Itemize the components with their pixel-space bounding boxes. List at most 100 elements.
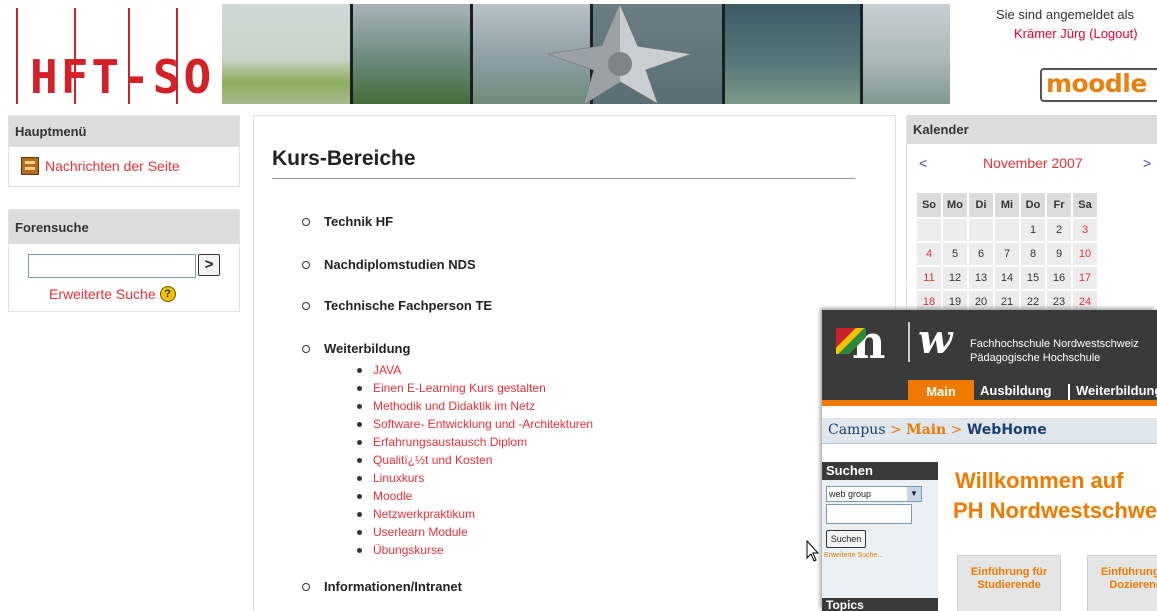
tab-ausbildung[interactable]: Ausbildung bbox=[980, 380, 1052, 402]
forum-search-title: Forensuche bbox=[9, 210, 239, 244]
calendar-day[interactable]: 1 bbox=[1021, 219, 1045, 241]
course-link[interactable]: Einen E-Learning Kurs gestalten bbox=[357, 379, 593, 397]
course-link[interactable]: JAVA bbox=[357, 361, 593, 379]
overlay-search-panel: Suchen web group ▼ Suchen Erweiterte Suc… bbox=[822, 462, 938, 602]
category-item[interactable]: Nachdiplomstudien NDS bbox=[302, 257, 476, 272]
weiterbildung-course-list: JAVA Einen E-Learning Kurs gestalten Met… bbox=[357, 361, 593, 559]
category-item[interactable]: Technik HF bbox=[302, 214, 393, 229]
category-link[interactable]: Informationen/Intranet bbox=[324, 579, 462, 594]
category-item[interactable]: Weiterbildung bbox=[302, 341, 410, 356]
course-link[interactable]: Übungskurse bbox=[357, 541, 593, 559]
overlay-topics-title: Topics bbox=[822, 598, 938, 611]
intro-lecturers-card[interactable]: Einführung für Dozierende bbox=[1087, 555, 1157, 611]
overlay-nav-bar: Main Ausbildung Weiterbildung bbox=[822, 376, 1157, 406]
calendar-title: Kalender bbox=[907, 115, 1157, 144]
site-news-item[interactable]: Nachrichten der Seite bbox=[9, 147, 239, 175]
overlay-search-button[interactable]: Suchen bbox=[826, 530, 866, 548]
breadcrumb-separator: > bbox=[946, 422, 967, 438]
course-link[interactable]: Userlearn Module bbox=[357, 523, 593, 541]
circle-bullet-icon bbox=[302, 217, 310, 226]
course-link[interactable]: Erfahrungsaustausch Diplom bbox=[357, 433, 593, 451]
logged-in-user-link[interactable]: Krämer Jürg (Logout) bbox=[1014, 26, 1157, 41]
header-banner-image bbox=[222, 4, 950, 104]
page-header: HFT-SO Sie sind angemeldet als Krämer Jü… bbox=[0, 0, 1157, 106]
course-link[interactable]: Netzwerkpraktikum bbox=[357, 505, 593, 523]
calendar-day[interactable]: 17 bbox=[1073, 267, 1097, 289]
calendar-day[interactable]: 16 bbox=[1047, 267, 1071, 289]
calendar-day[interactable]: 6 bbox=[969, 243, 993, 265]
course-link[interactable]: Linuxkurs bbox=[357, 469, 593, 487]
advanced-search-link[interactable]: Erweiterte Suche bbox=[49, 286, 156, 302]
search-scope-select[interactable]: web group ▼ bbox=[826, 486, 922, 502]
category-link[interactable]: Technik HF bbox=[324, 214, 393, 229]
main-content: Kurs-Bereiche Technik HF Nachdiplomstudi… bbox=[253, 115, 896, 611]
calendar-day[interactable]: 9 bbox=[1047, 243, 1071, 265]
weekday-header: So bbox=[917, 193, 941, 217]
logo-bar bbox=[16, 8, 18, 104]
breadcrumb: Campus > Main > WebHome bbox=[822, 418, 1157, 444]
school-name-line2: Pädagogische Hochschule bbox=[970, 352, 1101, 364]
course-link[interactable]: Qualitï¿½t und Kosten bbox=[357, 451, 593, 469]
site-logo[interactable]: HFT-SO bbox=[0, 0, 222, 104]
calendar-day[interactable]: 7 bbox=[995, 243, 1019, 265]
course-link[interactable]: Software- Entwicklung und -Architekturen bbox=[357, 415, 593, 433]
calendar-day[interactable]: 2 bbox=[1047, 219, 1071, 241]
category-link[interactable]: Weiterbildung bbox=[324, 341, 410, 356]
welcome-heading-line2: PH Nordwestschweiz bbox=[953, 498, 1157, 523]
calendar-day[interactable]: 11 bbox=[917, 267, 941, 289]
forum-search-input[interactable] bbox=[28, 254, 196, 278]
circle-bullet-icon bbox=[302, 344, 310, 353]
overlay-browser-window[interactable]: n w Fachhochschule Nordwestschweiz Pädag… bbox=[822, 310, 1157, 611]
calendar-day[interactable]: 3 bbox=[1073, 219, 1097, 241]
calendar-day[interactable]: 5 bbox=[943, 243, 967, 265]
search-scope-value: web group bbox=[829, 489, 872, 499]
calendar-day[interactable]: 12 bbox=[943, 267, 967, 289]
help-icon[interactable]: ? bbox=[159, 286, 176, 302]
mouse-cursor-icon bbox=[806, 540, 820, 562]
calendar-navigation: < November 2007 > bbox=[907, 155, 1157, 175]
star-sculpture-image bbox=[547, 4, 693, 104]
calendar-prev-month[interactable]: < bbox=[919, 155, 927, 171]
logo-text: HFT-SO bbox=[30, 50, 215, 104]
intro-students-card[interactable]: Einführung für Studierende bbox=[957, 555, 1061, 611]
title-divider bbox=[272, 178, 855, 179]
logo-separator bbox=[908, 322, 910, 362]
calendar-day[interactable]: 14 bbox=[995, 267, 1019, 289]
forum-search-button[interactable]: > bbox=[198, 254, 220, 276]
page-title: Kurs-Bereiche bbox=[272, 147, 416, 170]
main-menu-title: Hauptmenü bbox=[9, 116, 239, 147]
course-link[interactable]: Methodik und Didaktik im Netz bbox=[357, 397, 593, 415]
calendar-day[interactable]: 8 bbox=[1021, 243, 1045, 265]
calendar-month-label[interactable]: November 2007 bbox=[983, 155, 1083, 171]
site-news-link[interactable]: Nachrichten der Seite bbox=[45, 158, 180, 174]
calendar-day[interactable]: 10 bbox=[1073, 243, 1097, 265]
forum-search-block: Forensuche > Erweiterte Suche ? bbox=[8, 209, 240, 312]
calendar-day[interactable]: 13 bbox=[969, 267, 993, 289]
fhnw-logo-n: n bbox=[836, 316, 900, 368]
welcome-heading-line1: Willkommen auf bbox=[955, 468, 1124, 493]
calendar-day[interactable]: 15 bbox=[1021, 267, 1045, 289]
overlay-search-input[interactable] bbox=[826, 504, 912, 524]
calendar-block: Kalender < November 2007 > So Mo Di Mi D… bbox=[906, 115, 1157, 315]
calendar-day bbox=[995, 219, 1019, 241]
moodle-logo[interactable]: moodle bbox=[1040, 68, 1157, 102]
tab-weiterbildung[interactable]: Weiterbildung bbox=[1076, 380, 1157, 402]
calendar-day[interactable]: 4 bbox=[917, 243, 941, 265]
calendar-day bbox=[917, 219, 941, 241]
category-link[interactable]: Nachdiplomstudien NDS bbox=[324, 257, 476, 272]
breadcrumb-main[interactable]: Main bbox=[906, 422, 946, 438]
overlay-search-title: Suchen bbox=[822, 462, 938, 480]
tab-main[interactable]: Main bbox=[908, 380, 974, 406]
category-item[interactable]: Technische Fachperson TE bbox=[302, 298, 492, 313]
forum-search-row: > bbox=[28, 254, 220, 278]
category-item[interactable]: Informationen/Intranet bbox=[302, 579, 462, 594]
breadcrumb-campus[interactable]: Campus bbox=[828, 422, 886, 438]
weekday-header: Do bbox=[1021, 193, 1045, 217]
category-link[interactable]: Technische Fachperson TE bbox=[324, 298, 492, 313]
calendar-grid: So Mo Di Mi Do Fr Sa 1 2 3 4 5 6 7 8 9 1… bbox=[915, 191, 1099, 315]
login-status: Sie sind angemeldet als bbox=[996, 7, 1135, 22]
chevron-down-icon: ▼ bbox=[907, 487, 921, 501]
overlay-extended-search-link[interactable]: Erweiterte Suche... bbox=[824, 552, 883, 559]
course-link[interactable]: Moodle bbox=[357, 487, 593, 505]
calendar-next-month[interactable]: > bbox=[1143, 155, 1151, 171]
